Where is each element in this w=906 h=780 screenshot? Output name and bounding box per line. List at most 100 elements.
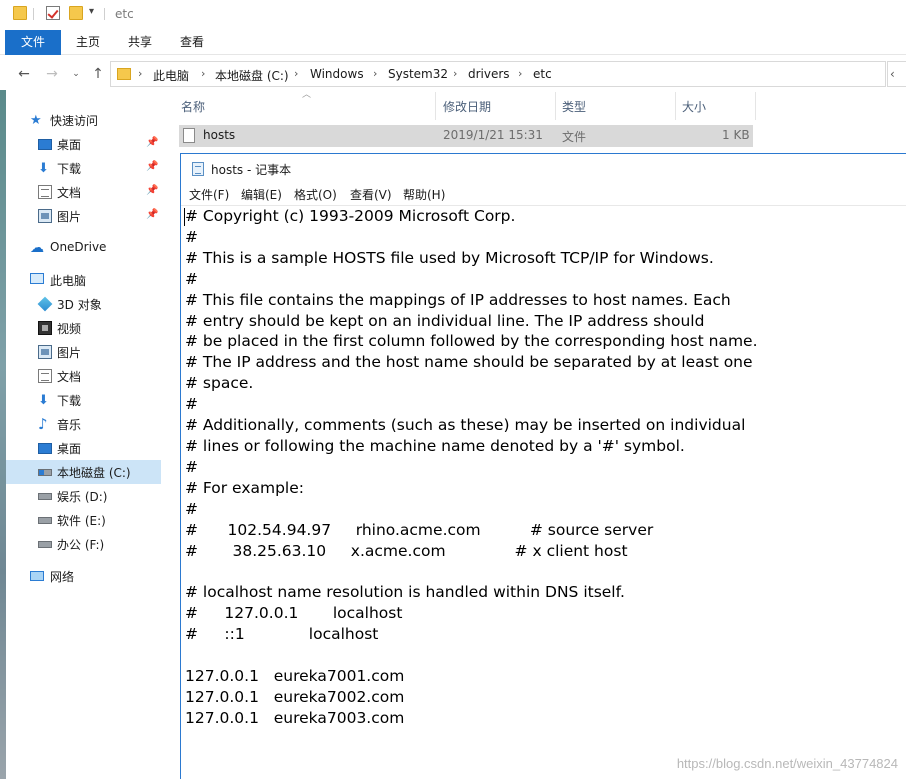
sidebar-item-documents[interactable]: 文档 xyxy=(6,364,161,388)
sidebar-item-videos[interactable]: 视频 xyxy=(6,316,161,340)
sidebar-item-music[interactable]: 音乐 xyxy=(6,412,161,436)
chevron-right-icon[interactable]: › xyxy=(138,67,142,80)
folder-icon xyxy=(117,68,131,80)
sidebar-item-label: 音乐 xyxy=(57,416,81,433)
sidebar-item-quick-access[interactable]: 快速访问 xyxy=(6,108,161,132)
text-editor[interactable]: # Copyright (c) 1993-2009 Microsoft Corp… xyxy=(181,205,906,780)
sort-ascending-icon: ︿ xyxy=(302,87,311,100)
divider xyxy=(33,8,34,20)
menu-help[interactable]: 帮助(H) xyxy=(403,186,445,203)
breadcrumb-local-disk[interactable]: 本地磁盘 (C:) xyxy=(215,67,289,84)
tab-home[interactable]: 主页 xyxy=(66,30,110,55)
breadcrumb-windows[interactable]: Windows xyxy=(310,67,364,81)
breadcrumb-this-pc[interactable]: 此电脑 xyxy=(153,67,189,84)
picture-icon xyxy=(38,345,52,359)
pin-icon[interactable]: 📌 xyxy=(146,185,158,196)
video-icon xyxy=(38,321,52,335)
sidebar-item-label: 视频 xyxy=(57,320,81,337)
sidebar-item-downloads[interactable]: 下载 xyxy=(6,388,161,412)
sidebar-item-drive-f[interactable]: 办公 (F:) xyxy=(6,532,161,556)
breadcrumb-drivers[interactable]: drivers xyxy=(468,67,510,81)
chevron-right-icon[interactable]: › xyxy=(294,67,298,80)
sidebar-item-pictures[interactable]: 图片 xyxy=(6,340,161,364)
chevron-right-icon[interactable]: › xyxy=(201,67,205,80)
file-icon xyxy=(183,128,195,143)
drive-icon xyxy=(38,469,52,476)
sidebar-item-onedrive[interactable]: OneDrive xyxy=(6,236,161,260)
column-header-name[interactable]: 名称 xyxy=(181,98,205,115)
breadcrumb-system32[interactable]: System32 xyxy=(388,67,448,81)
menu-format[interactable]: 格式(O) xyxy=(294,186,337,203)
sidebar-item-label: 网络 xyxy=(50,568,74,585)
column-divider[interactable] xyxy=(435,92,436,120)
sidebar-item-this-pc[interactable]: 此电脑 xyxy=(6,268,161,292)
sidebar-item-local-disk-c[interactable]: 本地磁盘 (C:) xyxy=(6,460,161,484)
breadcrumb-etc[interactable]: etc xyxy=(533,67,552,81)
menu-file[interactable]: 文件(F) xyxy=(189,186,229,203)
sidebar-item-documents[interactable]: 文档 📌 xyxy=(6,180,161,204)
menu-view[interactable]: 查看(V) xyxy=(350,186,392,203)
tab-file[interactable]: 文件 xyxy=(5,30,61,55)
sidebar-item-label: 3D 对象 xyxy=(57,296,102,313)
sidebar-item-network[interactable]: 网络 xyxy=(6,564,161,588)
music-note-icon xyxy=(38,417,52,431)
hosts-file-content[interactable]: # Copyright (c) 1993-2009 Microsoft Corp… xyxy=(185,206,758,729)
back-arrow-icon[interactable]: ← xyxy=(16,66,32,82)
sidebar-item-label: 办公 (F:) xyxy=(57,536,104,553)
column-header-type[interactable]: 类型 xyxy=(562,98,586,115)
up-arrow-icon[interactable]: ↑ xyxy=(90,66,106,82)
drive-icon xyxy=(38,541,52,548)
window-title: etc xyxy=(115,7,134,21)
column-divider[interactable] xyxy=(675,92,676,120)
new-folder-icon[interactable] xyxy=(69,6,83,20)
notepad-icon xyxy=(192,162,204,176)
sidebar-item-label: 快速访问 xyxy=(50,112,98,129)
chevron-right-icon[interactable]: › xyxy=(373,67,377,80)
sidebar-item-desktop[interactable]: 桌面 xyxy=(6,436,161,460)
chevron-right-icon[interactable]: › xyxy=(518,67,522,80)
pin-icon[interactable]: 📌 xyxy=(146,209,158,220)
table-row[interactable]: hosts 2019/1/21 15:31 文件 1 KB xyxy=(179,125,753,147)
file-type: 文件 xyxy=(562,128,586,145)
recent-locations-chevron-icon[interactable]: ⌄ xyxy=(68,66,84,82)
explorer-titlebar: ▾ etc xyxy=(0,0,906,30)
forward-arrow-icon[interactable]: → xyxy=(44,66,60,82)
column-divider[interactable] xyxy=(555,92,556,120)
properties-icon[interactable] xyxy=(46,6,60,20)
notepad-titlebar[interactable]: hosts - 记事本 xyxy=(181,154,906,183)
sidebar-item-3d-objects[interactable]: 3D 对象 xyxy=(6,292,161,316)
sidebar-item-pictures[interactable]: 图片 📌 xyxy=(6,204,161,228)
customize-quick-access-icon[interactable]: ▾ xyxy=(89,6,94,17)
address-bar[interactable]: › 此电脑 › 本地磁盘 (C:) › Windows › System32 ›… xyxy=(110,61,886,87)
desktop-icon xyxy=(38,139,52,150)
address-history-dropdown[interactable]: ‹ xyxy=(887,61,906,87)
file-modified: 2019/1/21 15:31 xyxy=(443,128,543,142)
sidebar-item-label: 下载 xyxy=(57,392,81,409)
tab-share[interactable]: 共享 xyxy=(118,30,162,55)
sidebar-item-desktop[interactable]: 桌面 📌 xyxy=(6,132,161,156)
pin-icon[interactable]: 📌 xyxy=(146,161,158,172)
sidebar-item-drive-e[interactable]: 软件 (E:) xyxy=(6,508,161,532)
column-header-modified[interactable]: 修改日期 xyxy=(443,98,491,115)
document-icon xyxy=(38,369,52,383)
menu-edit[interactable]: 编辑(E) xyxy=(241,186,282,203)
sidebar-item-label: 此电脑 xyxy=(50,272,86,289)
sidebar-item-label: 图片 xyxy=(57,344,81,361)
column-header-size[interactable]: 大小 xyxy=(682,98,706,115)
chevron-right-icon[interactable]: › xyxy=(453,67,457,80)
sidebar-item-drive-d[interactable]: 娱乐 (D:) xyxy=(6,484,161,508)
pin-icon[interactable]: 📌 xyxy=(146,137,158,148)
notepad-title: hosts - 记事本 xyxy=(211,161,291,178)
download-icon xyxy=(38,161,52,175)
menu-bar: 文件(F) 编辑(E) 格式(O) 查看(V) 帮助(H) xyxy=(181,183,906,205)
folder-icon[interactable] xyxy=(13,6,27,20)
sidebar-item-label: 下载 xyxy=(57,160,81,177)
tab-view[interactable]: 查看 xyxy=(170,30,214,55)
sidebar-item-label: 文档 xyxy=(57,184,81,201)
computer-icon xyxy=(30,273,44,284)
sidebar-item-label: 桌面 xyxy=(57,440,81,457)
navigation-bar: ← → ⌄ ↑ › 此电脑 › 本地磁盘 (C:) › Windows › Sy… xyxy=(0,58,906,90)
column-divider[interactable] xyxy=(755,92,756,120)
desktop-icon xyxy=(38,443,52,454)
sidebar-item-downloads[interactable]: 下载 📌 xyxy=(6,156,161,180)
